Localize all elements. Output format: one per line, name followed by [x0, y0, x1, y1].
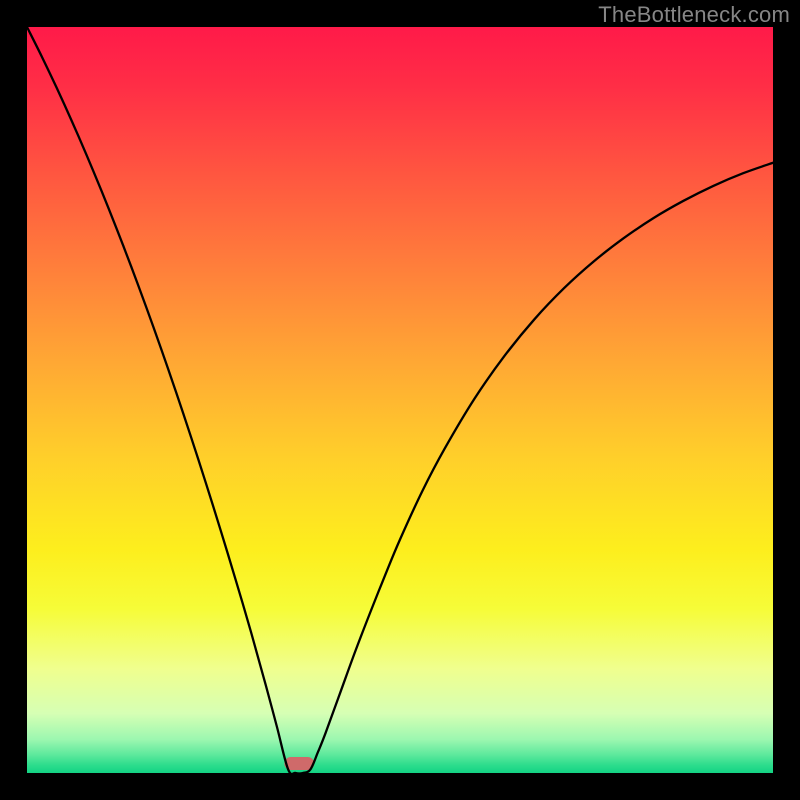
plot-area — [27, 27, 773, 773]
chart-frame: TheBottleneck.com — [0, 0, 800, 800]
watermark-text: TheBottleneck.com — [598, 2, 790, 28]
bottleneck-chart — [27, 27, 773, 773]
gradient-background — [27, 27, 773, 773]
